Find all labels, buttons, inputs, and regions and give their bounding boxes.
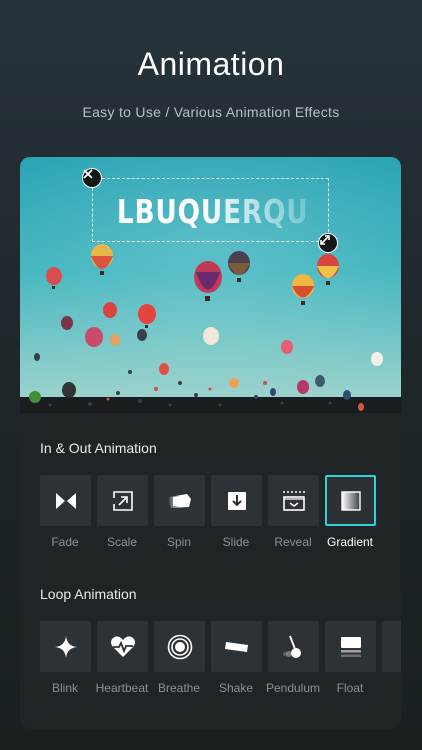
next-loop-option-partial[interactable] xyxy=(382,621,401,672)
gradient-label: Gradient xyxy=(326,535,374,549)
resize-icon[interactable] xyxy=(318,233,338,253)
spin-icon xyxy=(168,493,191,508)
loop-animation-row: Blink Heartbeat Breathe Shake Pendulum F… xyxy=(40,621,401,701)
next-loop-label-partial: S xyxy=(372,681,401,695)
loop-animation-title: Loop Animation xyxy=(40,586,137,602)
gradient-option[interactable] xyxy=(325,475,376,526)
pendulum-option[interactable] xyxy=(268,621,319,672)
slide-option[interactable] xyxy=(211,475,262,526)
balloon-photo-preview: ALBUQUERQUE xyxy=(20,157,401,413)
text-selection-box[interactable]: ALBUQUERQUE xyxy=(92,178,329,242)
pendulum-icon xyxy=(282,635,301,658)
heartbeat-icon xyxy=(110,635,135,657)
fade-option[interactable] xyxy=(40,475,91,526)
float-icon xyxy=(340,636,361,657)
reveal-option[interactable] xyxy=(268,475,319,526)
scale-corners-icon xyxy=(112,490,133,511)
in-out-animation-title: In & Out Animation xyxy=(40,440,157,456)
float-option[interactable] xyxy=(325,621,376,672)
bowtie-fade-icon xyxy=(55,492,76,509)
page-subtitle: Easy to Use / Various Animation Effects xyxy=(82,104,340,120)
overlay-text[interactable]: ALBUQUERQUE xyxy=(96,179,327,243)
close-icon[interactable] xyxy=(82,168,102,188)
gradient-icon xyxy=(340,490,361,511)
spin-option[interactable] xyxy=(154,475,205,526)
in-out-animation-row: Fade Scale Spin Slide Reveal Gradient xyxy=(40,475,401,555)
shake-option[interactable] xyxy=(211,621,262,672)
shake-icon xyxy=(224,641,248,652)
page-title: Animation xyxy=(137,46,285,82)
partial-icon xyxy=(400,641,401,644)
sparkle-icon xyxy=(54,635,77,658)
blink-option[interactable] xyxy=(40,621,91,672)
breathe-option[interactable] xyxy=(154,621,205,672)
slide-down-icon xyxy=(227,491,246,510)
reveal-icon xyxy=(282,490,305,511)
scale-option[interactable] xyxy=(97,475,148,526)
breathe-icon xyxy=(167,634,192,659)
editor-card: ALBUQUERQUE In & Out Animation Fade Scal… xyxy=(20,157,401,729)
heartbeat-option[interactable] xyxy=(97,621,148,672)
